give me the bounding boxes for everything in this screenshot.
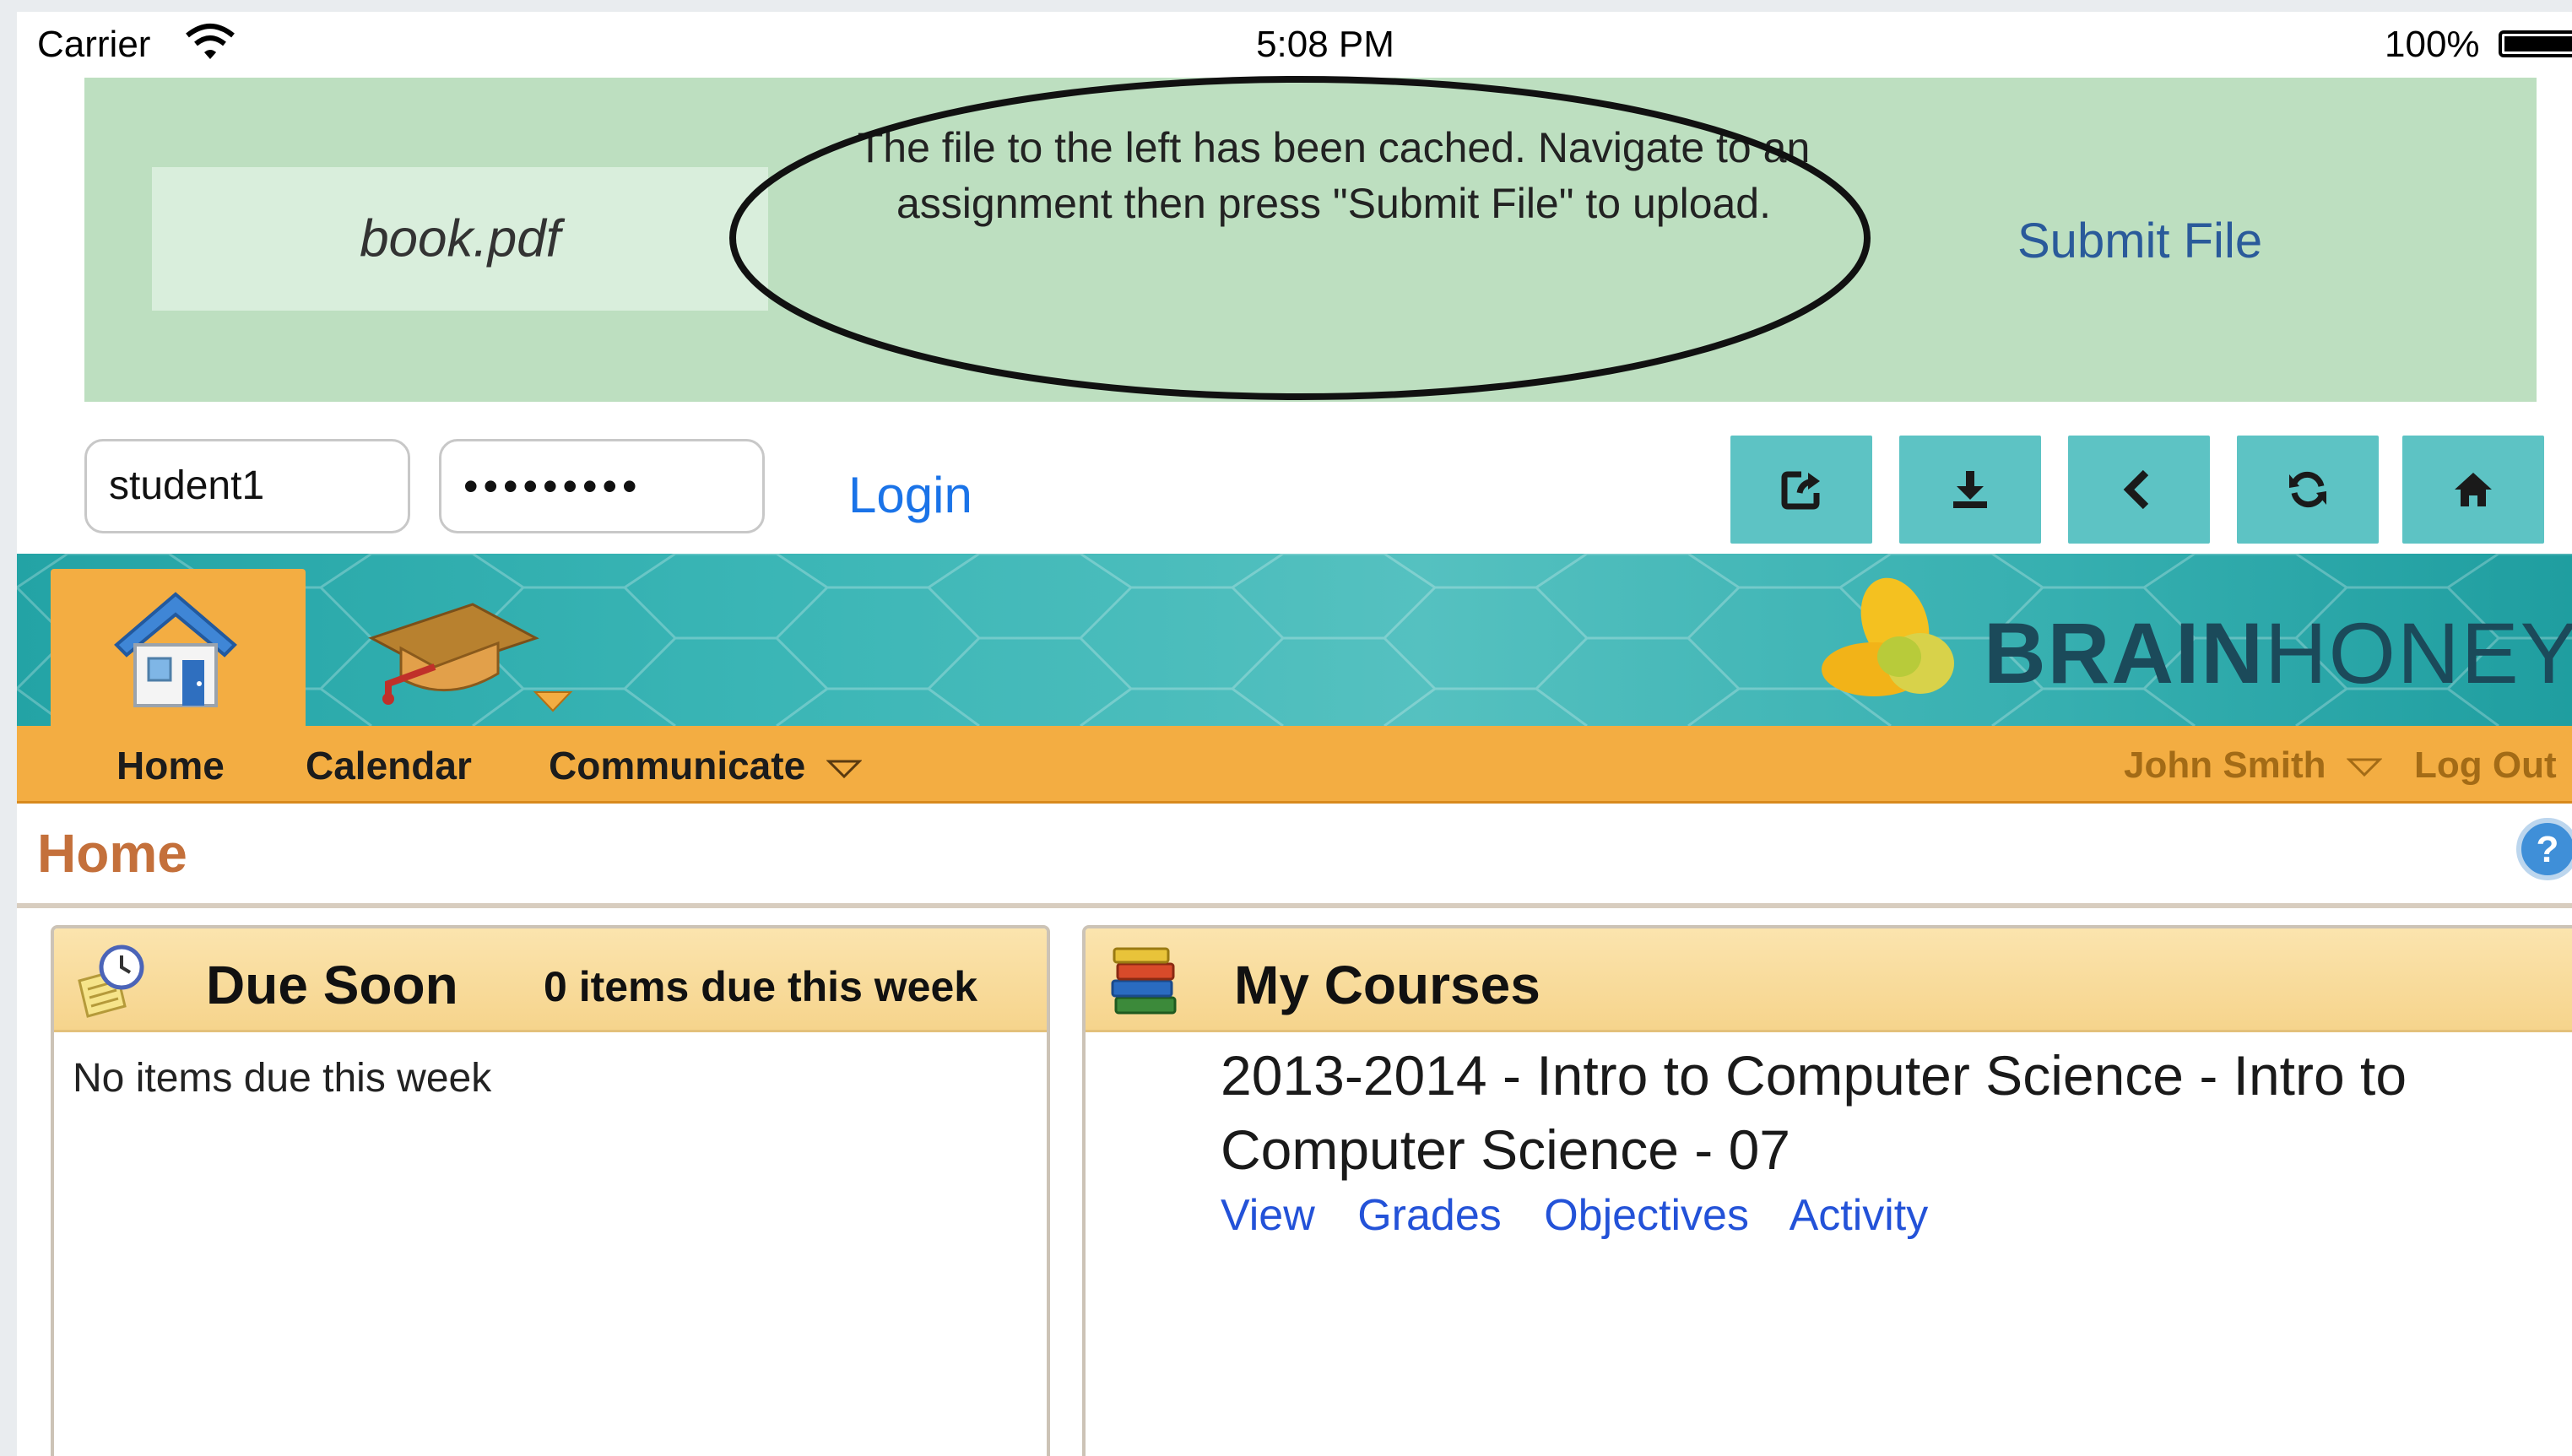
- user-menu[interactable]: John Smith: [2124, 744, 2382, 787]
- cache-notice-message: The file to the left has been cached. Na…: [857, 124, 1811, 227]
- due-soon-header: Due Soon 0 items due this week: [54, 928, 1047, 1032]
- chevron-down-icon: [2346, 758, 2382, 777]
- course-grades-link[interactable]: Grades: [1357, 1191, 1502, 1240]
- nav-communicate-label: Communicate: [549, 744, 806, 788]
- brainhoney-wordmark: BRAINHONEY™: [1984, 604, 2572, 703]
- battery-icon: [2499, 30, 2572, 57]
- back-button[interactable]: [2068, 436, 2210, 544]
- submit-file-button[interactable]: Submit File: [2017, 213, 2262, 269]
- wifi-icon: [186, 24, 235, 59]
- brainhoney-header: BRAINHONEY™: [17, 554, 2572, 726]
- nav-communicate[interactable]: Communicate: [549, 743, 862, 788]
- brand-light: HONEY: [2264, 605, 2572, 701]
- password-field[interactable]: •••••••••: [439, 439, 765, 533]
- cache-notice-panel: book.pdf The file to the left has been c…: [84, 76, 2537, 402]
- due-soon-panel: Due Soon 0 items due this week No items …: [51, 925, 1050, 1456]
- home-icon: [2455, 473, 2492, 506]
- brainhoney-logo-icon: [1822, 577, 1954, 696]
- status-bar: Carrier 5:08 PM 100%: [17, 12, 2572, 76]
- my-courses-panel: My Courses 2013-2014 - Intro to Computer…: [1082, 925, 2572, 1456]
- login-row: student1 ••••••••• Login: [17, 402, 2572, 554]
- due-soon-title: Due Soon: [206, 955, 458, 1015]
- carrier-label: Carrier: [37, 24, 151, 65]
- username-field[interactable]: student1: [84, 439, 410, 533]
- app-screen: Carrier 5:08 PM 100% book.pdf The file t…: [17, 12, 2572, 1456]
- course-objectives-link[interactable]: Objectives: [1544, 1191, 1749, 1240]
- battery-percent: 100%: [2385, 24, 2480, 65]
- logout-link[interactable]: Log Out: [2414, 744, 2557, 787]
- page-title: Home: [37, 823, 187, 884]
- main-nav: Home Calendar Communicate John Smith Log…: [17, 726, 2572, 804]
- books-icon: [1111, 947, 1177, 1015]
- due-soon-subtitle: 0 items due this week: [544, 963, 978, 1010]
- title-divider: [17, 903, 2572, 908]
- my-courses-header: My Courses: [1086, 928, 2572, 1032]
- status-time: 5:08 PM: [1256, 24, 1394, 65]
- refresh-button[interactable]: [2237, 436, 2379, 544]
- due-soon-empty-message: No items due this week: [73, 1056, 492, 1101]
- help-icon[interactable]: ?: [2514, 815, 2572, 883]
- brand-bold: BRAIN: [1984, 605, 2265, 701]
- course-view-link[interactable]: View: [1221, 1191, 1315, 1240]
- cached-file-name: book.pdf: [360, 209, 560, 268]
- my-courses-title: My Courses: [1234, 955, 1540, 1015]
- refresh-icon: [2289, 471, 2326, 508]
- download-button[interactable]: [1899, 436, 2041, 544]
- home-tab[interactable]: [51, 569, 306, 726]
- clock-note-icon: [78, 945, 144, 1018]
- course-activity-link[interactable]: Activity: [1790, 1191, 1929, 1240]
- back-icon: [2123, 469, 2149, 510]
- login-button[interactable]: Login: [848, 466, 972, 524]
- chevron-down-icon: [826, 760, 862, 778]
- cached-file-chip[interactable]: book.pdf: [152, 167, 768, 311]
- download-icon: [1953, 471, 1987, 508]
- communicate-caret-icon[interactable]: [532, 689, 574, 714]
- home-button[interactable]: [2402, 436, 2544, 544]
- share-button[interactable]: [1730, 436, 1872, 544]
- nav-calendar[interactable]: Calendar: [306, 743, 472, 788]
- user-name: John Smith: [2124, 744, 2326, 786]
- graduation-cap-icon[interactable]: [355, 579, 540, 706]
- svg-text:?: ?: [2537, 829, 2559, 870]
- course-name[interactable]: 2013-2014 - Intro to Computer Science - …: [1221, 1038, 2572, 1187]
- share-icon: [1781, 471, 1820, 510]
- house-icon: [114, 592, 237, 707]
- nav-home[interactable]: Home: [116, 743, 225, 788]
- course-links: View Grades Objectives Activity: [1221, 1190, 1958, 1241]
